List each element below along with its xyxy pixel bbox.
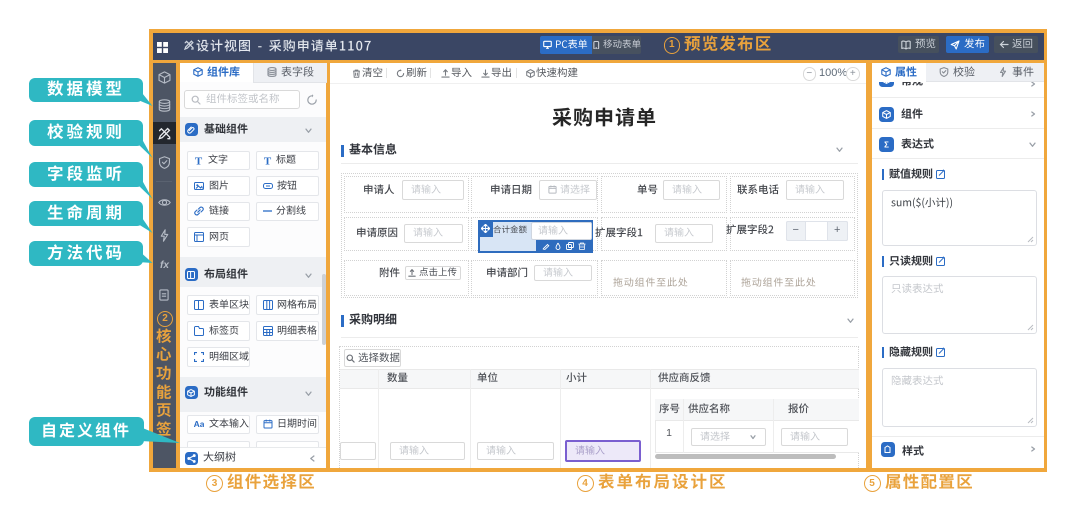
svg-text:Σ: Σ: [884, 140, 889, 149]
svg-text:T: T: [195, 155, 203, 166]
svg-text:fx: fx: [160, 260, 169, 271]
svg-text:T: T: [263, 155, 271, 166]
svg-text:Aa: Aa: [194, 419, 204, 429]
